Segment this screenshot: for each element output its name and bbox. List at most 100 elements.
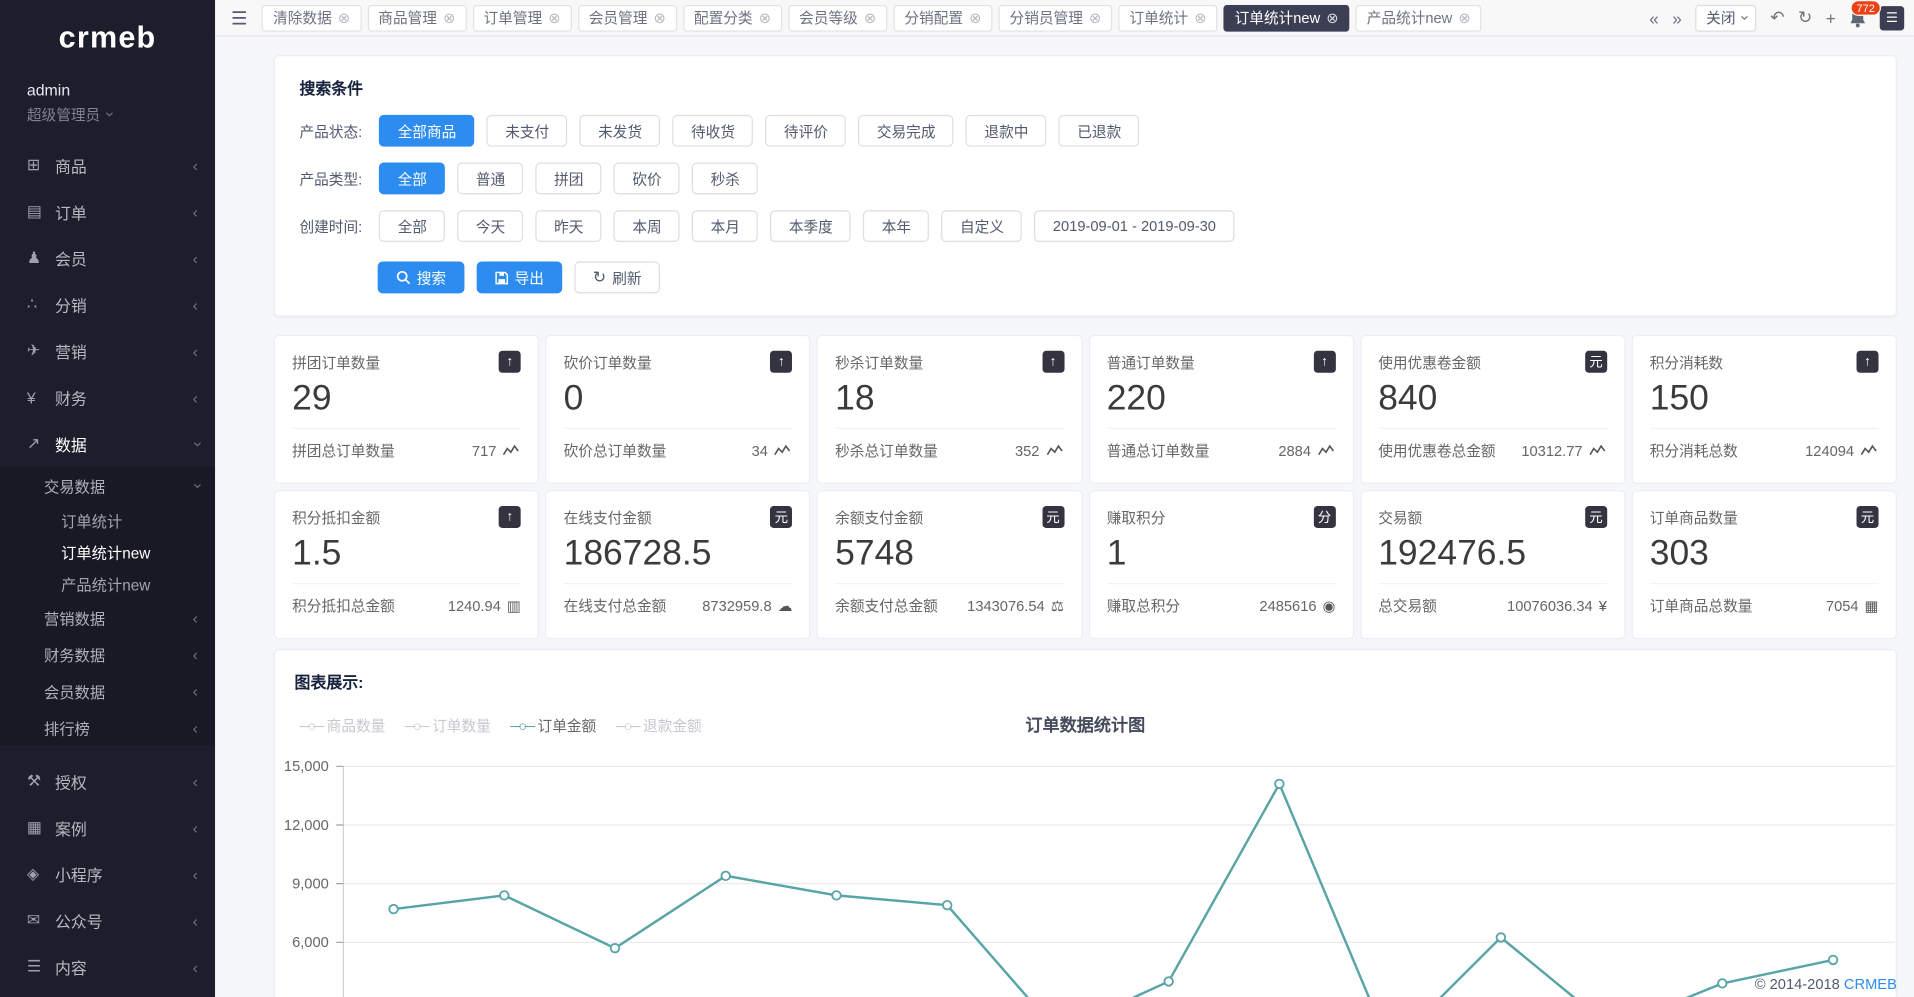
tab-member-level[interactable]: 会员等级⊗ <box>788 4 887 31</box>
sidebar-item-members[interactable]: ♟ 会员 ‹ <box>0 235 215 281</box>
sidebar-item-member-data[interactable]: 会员数据 ‹ <box>0 672 215 709</box>
search-button[interactable]: 搜索 <box>378 262 465 294</box>
type-option-all[interactable]: 全部 <box>379 163 445 195</box>
tab-close-icon[interactable]: ⊗ <box>759 9 771 26</box>
chart-plot: 15,000 12,000 9,000 6,000 <box>295 757 1877 997</box>
sidebar-item-finance-data[interactable]: 财务数据 ‹ <box>0 636 215 673</box>
time-option-custom[interactable]: 自定义 <box>942 210 1023 242</box>
time-option-all[interactable]: 全部 <box>379 210 445 242</box>
sidebar-item-data[interactable]: ↗ 数据 ‹ <box>0 420 215 466</box>
time-option-today[interactable]: 今天 <box>458 210 524 242</box>
type-option-seckill[interactable]: 秒杀 <box>692 163 758 195</box>
tab-clear-data[interactable]: 清除数据⊗ <box>262 4 361 31</box>
scroll-tabs-right-icon[interactable]: » <box>1672 8 1682 28</box>
sidebar-item-goods[interactable]: ⊞ 商品 ‹ <box>0 142 215 188</box>
user-role-dropdown[interactable]: 超级管理员 ‹ <box>27 104 215 125</box>
time-option-month[interactable]: 本月 <box>692 210 758 242</box>
status-option-unshipped[interactable]: 未发货 <box>580 115 661 147</box>
status-option-unpaid[interactable]: 未支付 <box>487 115 568 147</box>
sidebar-item-product-stats-new[interactable]: 产品统计new <box>0 567 215 599</box>
close-tabs-dropdown[interactable]: 关闭 ‹ <box>1695 4 1757 31</box>
tab-order-stats[interactable]: 订单统计⊗ <box>1118 4 1217 31</box>
undo-icon[interactable]: ↶ <box>1770 7 1784 28</box>
trend-chart-icon <box>774 444 792 457</box>
chevron-left-icon: ‹ <box>193 156 198 174</box>
notification-bell-icon[interactable]: 772 <box>1849 8 1866 28</box>
status-option-to-review[interactable]: 待评价 <box>766 115 847 147</box>
sidebar-item-cases[interactable]: ▦ 案例 ‹ <box>0 804 215 850</box>
main-column: ☰ 清除数据⊗ 商品管理⊗ 订单管理⊗ 会员管理⊗ 配置分类⊗ 会员等级⊗ 分销… <box>215 0 1914 997</box>
tab-product-stats-new[interactable]: 产品统计new⊗ <box>1356 4 1482 31</box>
tab-order-stats-new[interactable]: 订单统计new⊗ <box>1224 4 1350 31</box>
tab-order-manage[interactable]: 订单管理⊗ <box>473 4 572 31</box>
tab-member-manage[interactable]: 会员管理⊗ <box>578 4 677 31</box>
status-option-completed[interactable]: 交易完成 <box>859 115 954 147</box>
date-range-button[interactable]: 2019-09-01 - 2019-09-30 <box>1035 210 1235 242</box>
tab-close-icon[interactable]: ⊗ <box>1326 9 1338 26</box>
stat-value: 1 <box>1107 534 1336 575</box>
stat-card-balance-payment: 余额支付金额元 5748 余额支付总金额1343076.54⚖ <box>817 490 1082 639</box>
tab-close-icon[interactable]: ⊗ <box>1194 9 1206 26</box>
chevron-left-icon: ‹ <box>193 202 198 220</box>
status-option-refunded[interactable]: 已退款 <box>1059 115 1140 147</box>
scroll-tabs-left-icon[interactable]: « <box>1649 8 1659 28</box>
legend-item-order-count[interactable]: ─○─订单数量 <box>405 715 491 736</box>
sidebar-item-finance[interactable]: ¥ 财务 ‹ <box>0 374 215 420</box>
tab-close-icon[interactable]: ⊗ <box>864 9 876 26</box>
sidebar-item-official-account[interactable]: ✉ 公众号 ‹ <box>0 897 215 943</box>
sidebar-item-distribution[interactable]: ∴ 分销 ‹ <box>0 281 215 327</box>
chevron-left-icon: ‹ <box>193 911 198 929</box>
type-option-normal[interactable]: 普通 <box>458 163 524 195</box>
message-list-icon[interactable]: ☰ <box>1880 5 1904 29</box>
tab-close-icon[interactable]: ⊗ <box>654 9 666 26</box>
tab-close-icon[interactable]: ⊗ <box>1089 9 1101 26</box>
time-option-yesterday[interactable]: 昨天 <box>536 210 602 242</box>
status-option-refunding[interactable]: 退款中 <box>966 115 1047 147</box>
tab-config-category[interactable]: 配置分类⊗ <box>683 4 782 31</box>
create-time-row: 创建时间: 全部 今天 昨天 本周 本月 本季度 本年 自定义 2019-09-… <box>299 210 1871 242</box>
time-option-week[interactable]: 本周 <box>614 210 680 242</box>
legend-item-goods-count[interactable]: ─○─商品数量 <box>299 715 385 736</box>
sidebar-item-content[interactable]: ☰ 内容 ‹ <box>0 944 215 990</box>
tab-distributor-manage[interactable]: 分销员管理⊗ <box>999 4 1113 31</box>
goods-box-icon: ▦ <box>1865 597 1879 614</box>
sidebar-item-ranking[interactable]: 排行榜 ‹ <box>0 709 215 746</box>
sidebar-item-order-stats[interactable]: 订单统计 <box>0 504 215 536</box>
refresh-button[interactable]: ↻ 刷新 <box>574 262 659 294</box>
sidebar-item-order-stats-new[interactable]: 订单统计new <box>0 535 215 567</box>
tab-close-icon[interactable]: ⊗ <box>443 9 455 26</box>
chevron-left-icon: ‹ <box>193 958 198 976</box>
add-icon[interactable]: + <box>1826 8 1836 28</box>
tab-close-icon[interactable]: ⊗ <box>338 9 350 26</box>
type-option-bargain[interactable]: 砍价 <box>614 163 680 195</box>
export-button[interactable]: 导出 <box>477 262 563 294</box>
sidebar-item-settings[interactable]: ⚙ 设置 ‹ <box>0 990 215 997</box>
status-option-all[interactable]: 全部商品 <box>379 115 474 147</box>
time-option-year[interactable]: 本年 <box>863 210 929 242</box>
chevron-left-icon: ‹ <box>193 718 198 736</box>
tab-close-icon[interactable]: ⊗ <box>548 9 560 26</box>
tab-close-icon[interactable]: ⊗ <box>1458 9 1470 26</box>
sidebar-item-marketing[interactable]: ✈ 营销 ‹ <box>0 328 215 374</box>
tab-distribution-config[interactable]: 分销配置⊗ <box>893 4 992 31</box>
tab-product-manage[interactable]: 商品管理⊗ <box>367 4 466 31</box>
yuan-icon: 元 <box>1585 351 1607 373</box>
status-option-to-receive[interactable]: 待收货 <box>673 115 754 147</box>
paper-plane-icon: ✈ <box>27 341 55 361</box>
sidebar-item-marketing-data[interactable]: 营销数据 ‹ <box>0 599 215 636</box>
type-option-group[interactable]: 拼团 <box>536 163 602 195</box>
sidebar-item-trade-data[interactable]: 交易数据 ‹ <box>0 467 215 504</box>
legend-item-refund-amount[interactable]: ─○─退款金额 <box>616 715 702 736</box>
legend-item-order-amount[interactable]: ─○─订单金额 <box>510 715 596 736</box>
time-option-quarter[interactable]: 本季度 <box>771 210 852 242</box>
crmeb-link[interactable]: CRMEB <box>1844 975 1897 992</box>
stat-card-points-deduction: 积分抵扣金额↑ 1.5 积分抵扣总金额1240.94▥ <box>274 490 539 639</box>
collapse-sidebar-icon[interactable]: ☰ <box>225 7 254 29</box>
sidebar-item-miniprogram[interactable]: ◈ 小程序 ‹ <box>0 851 215 897</box>
sidebar-item-orders[interactable]: ▤ 订单 ‹ <box>0 188 215 234</box>
card-icon: ▥ <box>507 597 521 614</box>
sidebar-item-authorization[interactable]: ⚒ 授权 ‹ <box>0 758 215 804</box>
refresh-icon[interactable]: ↻ <box>1798 7 1812 28</box>
chevron-left-icon: ‹ <box>193 818 198 836</box>
tab-close-icon[interactable]: ⊗ <box>969 9 981 26</box>
